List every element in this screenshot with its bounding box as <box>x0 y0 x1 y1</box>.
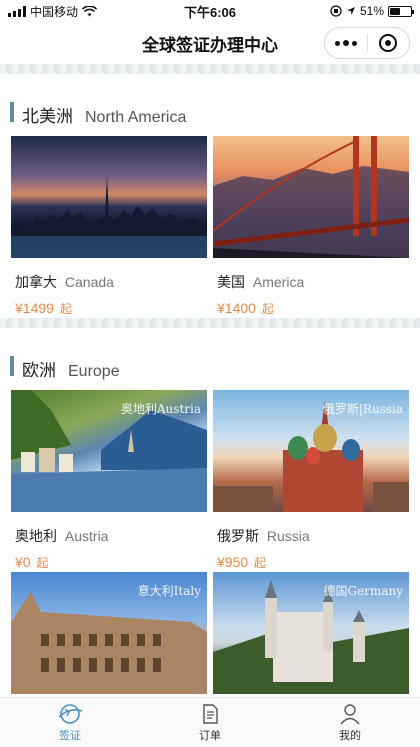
hallstatt-photo: 奥地利Austria <box>11 390 207 512</box>
country-name-en: Canada <box>64 274 114 290</box>
country-card-america[interactable]: 美国 America ¥1400 起 <box>213 136 409 318</box>
st-basils-photo: 俄罗斯|Russia <box>213 390 409 512</box>
price-suffix: 起 <box>254 556 267 570</box>
country-name: 加拿大 Canada <box>11 272 207 292</box>
price-value: ¥1499 <box>15 300 54 316</box>
tab-orders[interactable]: 订单 <box>140 698 280 747</box>
golden-gate-photo <box>213 136 409 258</box>
country-name: 奥地利 Austria <box>11 526 207 546</box>
country-name: 美国 America <box>213 272 409 292</box>
section-accent-bar <box>10 102 14 122</box>
signal-icon <box>8 5 26 17</box>
country-card-austria[interactable]: 奥地利Austria 奥地利 Austria ¥0 起 <box>11 390 207 572</box>
price-value: ¥1400 <box>217 300 256 316</box>
photo-label: 俄罗斯|Russia <box>322 402 403 416</box>
country-grid-europe: 奥地利Austria 奥地利 Austria ¥0 起 俄罗斯|Russia 俄… <box>0 390 420 697</box>
navigation-bar: 全球签证办理中心 <box>0 22 420 64</box>
order-document-icon <box>203 703 218 724</box>
country-price: ¥950 起 <box>213 554 409 571</box>
country-card-russia[interactable]: 俄罗斯|Russia 俄罗斯 Russia ¥950 起 <box>213 390 409 572</box>
carrier-name: 中国移动 <box>30 4 79 19</box>
battery-icon <box>388 5 414 17</box>
status-bar: 中国移动 下午6:06 51% <box>0 0 420 22</box>
section-title-cn: 欧洲 <box>22 361 56 380</box>
more-dots-icon <box>342 40 349 46</box>
battery-percent: 51% <box>359 4 384 18</box>
section-title-en: Europe <box>68 363 120 380</box>
country-price: ¥0 起 <box>11 554 207 571</box>
country-name-en: Austria <box>64 528 109 544</box>
photo-label: 意大利Italy <box>137 584 201 598</box>
country-card-germany[interactable]: 德国Germany <box>213 572 409 697</box>
visa-globe-icon <box>58 703 83 724</box>
country-name: 俄罗斯 Russia <box>213 526 409 546</box>
country-name-cn: 加拿大 <box>15 274 57 290</box>
section-divider <box>0 318 420 328</box>
price-value: ¥0 <box>15 554 31 570</box>
tab-profile[interactable]: 我的 <box>280 698 420 747</box>
close-mini-program-button[interactable] <box>368 28 410 58</box>
price-suffix: 起 <box>261 302 274 316</box>
main-content[interactable]: 北美洲 North America 加拿大 Canada ¥1499 起 美国 … <box>0 64 420 697</box>
price-suffix: 起 <box>36 556 49 570</box>
bottom-tab-bar: 签证 订单 我的 <box>0 697 420 747</box>
section-title-en: North America <box>85 109 187 126</box>
section-header-europe: 欧洲 Europe <box>0 328 420 390</box>
tab-label: 我的 <box>339 729 361 742</box>
neuschwanstein-photo: 德国Germany <box>213 572 409 694</box>
page-title: 全球签证办理中心 <box>142 35 278 55</box>
tab-label: 签证 <box>59 729 81 742</box>
section-title-cn: 北美洲 <box>22 107 73 126</box>
country-name-en: Russia <box>266 528 310 544</box>
tab-visa[interactable]: 签证 <box>0 698 140 747</box>
country-price: ¥1499 起 <box>11 300 207 317</box>
more-dots-icon <box>351 40 357 46</box>
country-name-cn: 俄罗斯 <box>217 528 259 544</box>
mini-program-capsule <box>324 27 410 59</box>
section-divider <box>0 64 420 74</box>
wifi-icon <box>82 5 98 16</box>
colosseum-photo: 意大利Italy <box>11 572 207 694</box>
country-name-en: America <box>252 274 305 290</box>
orientation-lock-icon <box>330 5 342 17</box>
country-card-italy[interactable]: 意大利Italy <box>11 572 207 697</box>
section-header-north-america: 北美洲 North America <box>0 74 420 136</box>
country-grid-north-america: 加拿大 Canada ¥1499 起 美国 America ¥1400 起 <box>0 136 420 318</box>
location-arrow-icon <box>346 7 355 15</box>
country-name-cn: 奥地利 <box>15 528 57 544</box>
tab-label: 订单 <box>199 729 221 742</box>
profile-person-icon <box>340 703 360 724</box>
more-dots-icon <box>334 40 340 46</box>
target-close-icon <box>379 34 398 52</box>
price-value: ¥950 <box>217 554 249 570</box>
section-accent-bar <box>10 356 14 376</box>
country-name-cn: 美国 <box>217 274 245 290</box>
photo-label: 奥地利Austria <box>120 402 201 416</box>
country-price: ¥1400 起 <box>213 300 409 317</box>
canada-skyline-photo <box>11 136 207 258</box>
country-card-canada[interactable]: 加拿大 Canada ¥1499 起 <box>11 136 207 318</box>
price-suffix: 起 <box>59 302 72 316</box>
photo-label: 德国Germany <box>323 584 403 598</box>
more-menu-button[interactable] <box>325 28 367 58</box>
